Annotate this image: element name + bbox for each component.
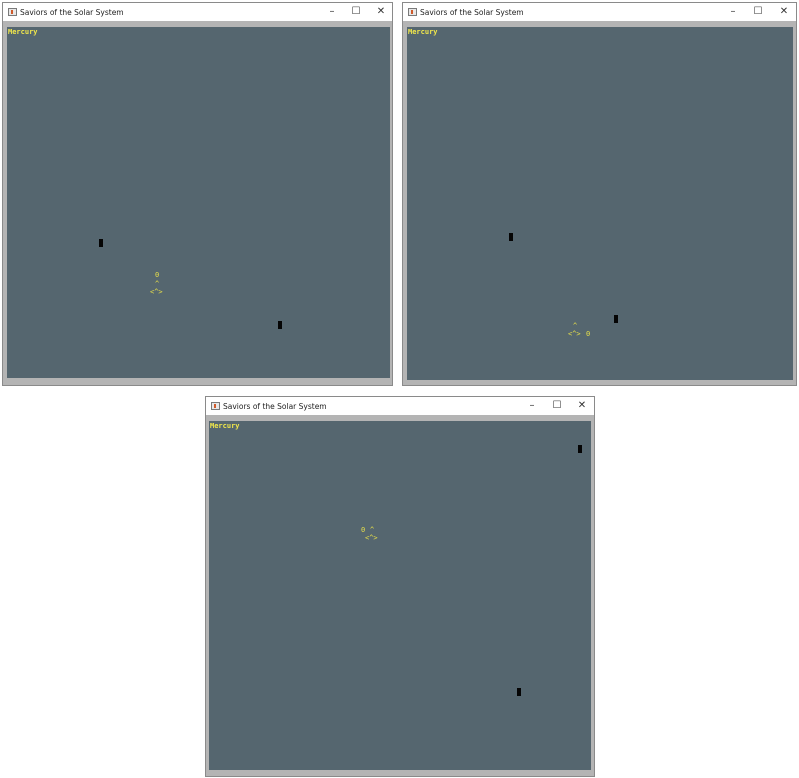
title-bar[interactable]: Saviors of the Solar System – ☐ ✕ bbox=[403, 3, 796, 21]
bullet: 0 bbox=[155, 271, 160, 279]
close-button[interactable]: ✕ bbox=[369, 3, 393, 21]
window-title: Saviors of the Solar System bbox=[20, 7, 124, 17]
player-ship: <^> bbox=[568, 330, 581, 338]
maximize-button[interactable]: ☐ bbox=[344, 3, 368, 21]
enemy-block bbox=[99, 239, 103, 247]
title-bar[interactable]: Saviors of the Solar System – ☐ ✕ bbox=[3, 3, 392, 21]
level-label: Mercury bbox=[8, 28, 38, 36]
player-ship: <^> bbox=[365, 534, 378, 542]
close-button[interactable]: ✕ bbox=[570, 397, 594, 415]
close-button[interactable]: ✕ bbox=[772, 3, 796, 21]
game-canvas[interactable]: Mercury 0 ^ <^> bbox=[7, 27, 390, 378]
java-app-icon bbox=[8, 8, 17, 16]
enemy-block bbox=[278, 321, 282, 329]
ship-nose: ^ bbox=[155, 280, 160, 288]
enemy-block bbox=[517, 688, 521, 696]
game-canvas[interactable]: Mercury ^ <^> 0 bbox=[407, 27, 793, 380]
game-window-3: Saviors of the Solar System – ☐ ✕ Mercur… bbox=[205, 396, 595, 777]
java-app-icon bbox=[211, 402, 220, 410]
enemy-block bbox=[509, 233, 513, 241]
bullet: 0 bbox=[361, 526, 366, 534]
ship-nose: ^ bbox=[370, 526, 375, 534]
bullet: 0 bbox=[586, 330, 591, 338]
enemy-block bbox=[614, 315, 618, 323]
game-window-2: Saviors of the Solar System – ☐ ✕ Mercur… bbox=[402, 2, 797, 386]
level-label: Mercury bbox=[210, 422, 240, 430]
minimize-button[interactable]: – bbox=[520, 397, 544, 415]
window-title: Saviors of the Solar System bbox=[223, 401, 327, 411]
level-label: Mercury bbox=[408, 28, 438, 36]
minimize-button[interactable]: – bbox=[721, 3, 745, 21]
game-window-1: Saviors of the Solar System – ☐ ✕ Mercur… bbox=[2, 2, 393, 386]
ship-nose: ^ bbox=[573, 322, 578, 330]
window-title: Saviors of the Solar System bbox=[420, 7, 524, 17]
minimize-button[interactable]: – bbox=[320, 3, 344, 21]
maximize-button[interactable]: ☐ bbox=[746, 3, 770, 21]
maximize-button[interactable]: ☐ bbox=[545, 397, 569, 415]
title-bar[interactable]: Saviors of the Solar System – ☐ ✕ bbox=[206, 397, 594, 415]
enemy-block bbox=[578, 445, 582, 453]
java-app-icon bbox=[408, 8, 417, 16]
player-ship: <^> bbox=[150, 288, 163, 296]
game-canvas[interactable]: Mercury 0 ^ <^> bbox=[209, 421, 591, 770]
